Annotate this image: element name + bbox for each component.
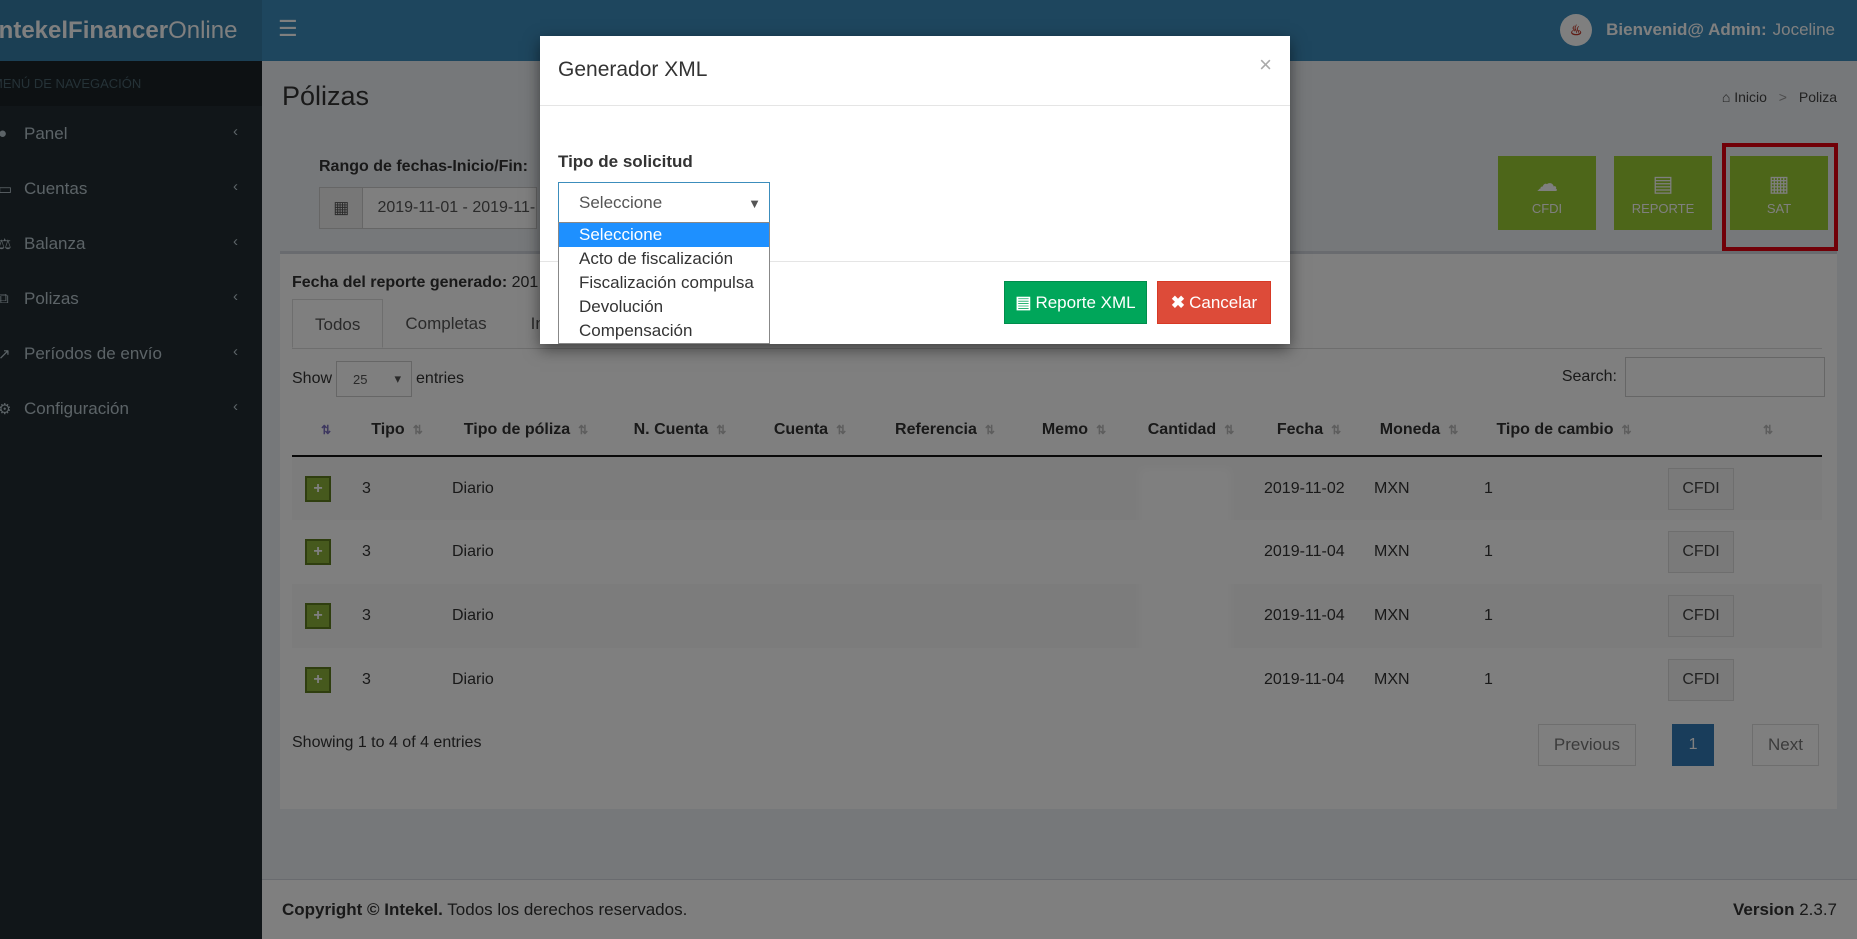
option-devolucion[interactable]: Devolución [559, 295, 769, 319]
button-label: Cancelar [1189, 292, 1258, 312]
option-compensacion[interactable]: Compensación [559, 319, 769, 343]
select-value: Seleccione [579, 193, 663, 212]
button-label: Reporte XML [1035, 292, 1136, 312]
tipo-solicitud-label: Tipo de solicitud [558, 152, 693, 171]
option-seleccione[interactable]: Seleccione [559, 223, 769, 247]
tipo-solicitud-options: Seleccione Acto de fiscalización Fiscali… [558, 222, 770, 344]
modal-title: Generador XML [558, 58, 708, 81]
file-icon: ▤ [1015, 292, 1032, 312]
close-icon: ✖ [1170, 292, 1186, 312]
option-fiscalizacion-compulsa[interactable]: Fiscalización compulsa [559, 271, 769, 295]
cancelar-button[interactable]: ✖ Cancelar [1157, 281, 1271, 324]
option-acto-fiscalizacion[interactable]: Acto de fiscalización [559, 247, 769, 271]
chevron-down-icon: ▼ [748, 195, 761, 211]
close-icon[interactable]: × [1259, 52, 1272, 78]
modal-header: Generador XML × [540, 36, 1290, 106]
reporte-xml-button[interactable]: ▤ Reporte XML [1004, 281, 1147, 324]
tipo-solicitud-select[interactable]: Seleccione ▼ [558, 182, 770, 224]
